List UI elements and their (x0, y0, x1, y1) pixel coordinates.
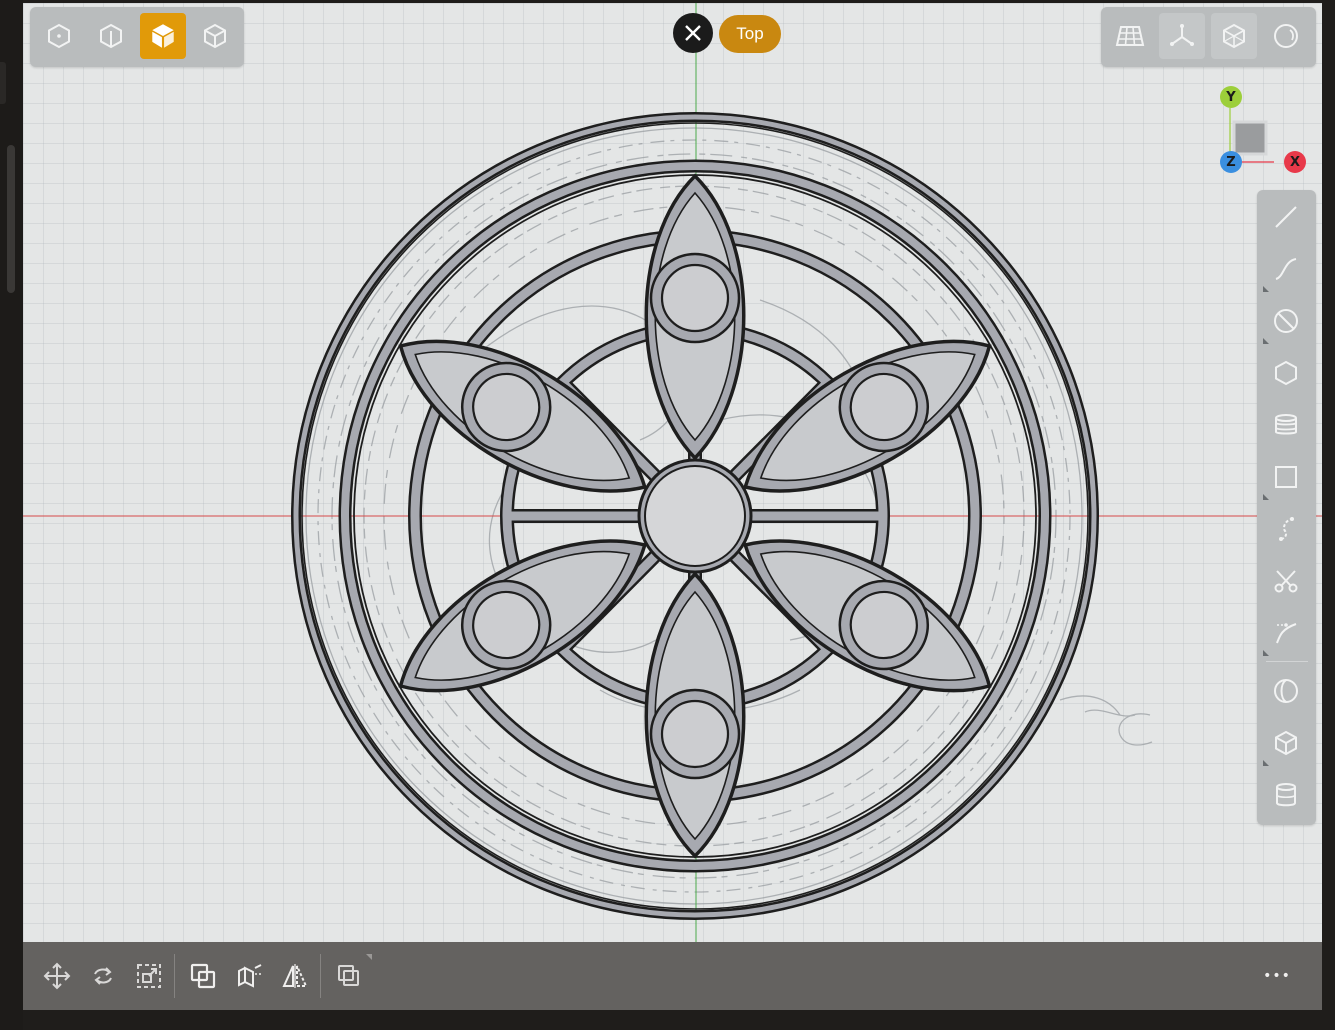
stack-tool-button[interactable] (1263, 402, 1309, 448)
duplicate-icon (338, 965, 359, 986)
side-tab[interactable] (0, 62, 6, 104)
axis-gizmo[interactable]: Y X Z (1210, 84, 1310, 176)
petal[interactable] (644, 173, 746, 461)
bottom-toolbar: ••• (23, 942, 1322, 1010)
more-icon: ••• (1263, 968, 1291, 984)
cylinder-icon (1276, 783, 1296, 807)
duplicate-button[interactable] (327, 954, 371, 998)
stack-icon (1275, 414, 1297, 435)
view-mode-solid-button[interactable] (140, 13, 186, 59)
curve-tool-button[interactable] (1263, 246, 1309, 292)
scale-button[interactable] (127, 954, 171, 998)
close-view-button[interactable] (673, 13, 713, 53)
view-mode-panel (30, 7, 244, 67)
pen-tool-more-indicator (1263, 650, 1269, 656)
close-icon (685, 25, 701, 41)
circle-icon (1274, 309, 1298, 333)
side-scrollbar[interactable] (7, 145, 15, 293)
circle-tool-button[interactable] (1263, 298, 1309, 344)
left-side-strip (0, 0, 23, 1030)
box-tool-button[interactable] (1263, 720, 1309, 766)
rectangle-tool-button[interactable] (1263, 454, 1309, 500)
revolve-icon (1274, 679, 1298, 703)
cube-solid-icon (152, 24, 174, 48)
curve-icon (1275, 258, 1297, 280)
rotate-button[interactable] (81, 954, 125, 998)
toolbar-divider (320, 954, 321, 998)
line-tool-button[interactable] (1263, 194, 1309, 240)
tool-divider (1266, 661, 1308, 662)
wireframe-icon (1223, 23, 1245, 49)
sphere-icon (1274, 24, 1298, 48)
circle-tool-more-indicator (1263, 338, 1269, 344)
polygon-icon (1275, 360, 1297, 386)
render-toggle-button[interactable] (1263, 13, 1309, 59)
boolean-button[interactable] (181, 954, 225, 998)
boolean-icon (190, 963, 216, 989)
petal[interactable] (644, 571, 746, 859)
view-mode-hex-button[interactable] (36, 13, 82, 59)
toolbar-divider (174, 954, 175, 998)
polygon-tool-button[interactable] (1263, 350, 1309, 396)
app-window: Top Y X Z ••• (0, 0, 1335, 1030)
cylinder-tool-button[interactable] (1263, 772, 1309, 818)
extrude-icon (238, 964, 262, 988)
cut-tool-button[interactable] (1263, 558, 1309, 604)
view-name-badge[interactable]: Top (719, 15, 781, 53)
tool-panel (1257, 190, 1316, 825)
mandala-model[interactable] (291, 112, 1099, 920)
axes-icon (1170, 24, 1194, 46)
rectangle-tool-more-indicator (1263, 494, 1269, 500)
pen-tool-button[interactable] (1263, 610, 1309, 656)
grid-icon (1115, 26, 1145, 46)
x-axis-handle[interactable]: X (1284, 151, 1306, 173)
scissors-icon (1274, 570, 1298, 593)
axes-toggle-button[interactable] (1159, 13, 1205, 59)
curve-tool-more-indicator (1263, 286, 1269, 292)
3d-viewport[interactable] (23, 3, 1322, 942)
display-options-panel (1101, 7, 1316, 67)
cube-side-icon (100, 23, 122, 49)
view-mode-side-button[interactable] (88, 13, 134, 59)
wireframe-toggle-button[interactable] (1211, 13, 1257, 59)
mirror-button[interactable] (273, 954, 317, 998)
pen-icon (1276, 623, 1297, 644)
y-axis-handle[interactable]: Y (1220, 86, 1242, 108)
z-axis-handle[interactable]: Z (1220, 151, 1242, 173)
rectangle-icon (1275, 466, 1297, 488)
revolve-tool-button[interactable] (1263, 668, 1309, 714)
rotate-icon (94, 967, 112, 985)
grid-toggle-button[interactable] (1107, 13, 1153, 59)
view-mode-outline-button[interactable] (192, 13, 238, 59)
move-button[interactable] (35, 954, 79, 998)
mirror-icon (282, 964, 308, 988)
box-icon (1275, 730, 1297, 756)
box-tool-more-indicator (1263, 760, 1269, 766)
cube-outline-icon (204, 23, 226, 49)
move-icon (43, 962, 71, 990)
extrude-button[interactable] (227, 954, 271, 998)
spline-icon (1279, 517, 1294, 541)
scale-icon (137, 964, 161, 988)
hex-outline-icon (48, 23, 70, 49)
duplicate-more-indicator (366, 954, 372, 960)
more-options-button[interactable]: ••• (1255, 954, 1299, 998)
sketch-canvas[interactable] (23, 3, 1322, 942)
spline-tool-button[interactable] (1263, 506, 1309, 552)
line-icon (1275, 206, 1297, 228)
